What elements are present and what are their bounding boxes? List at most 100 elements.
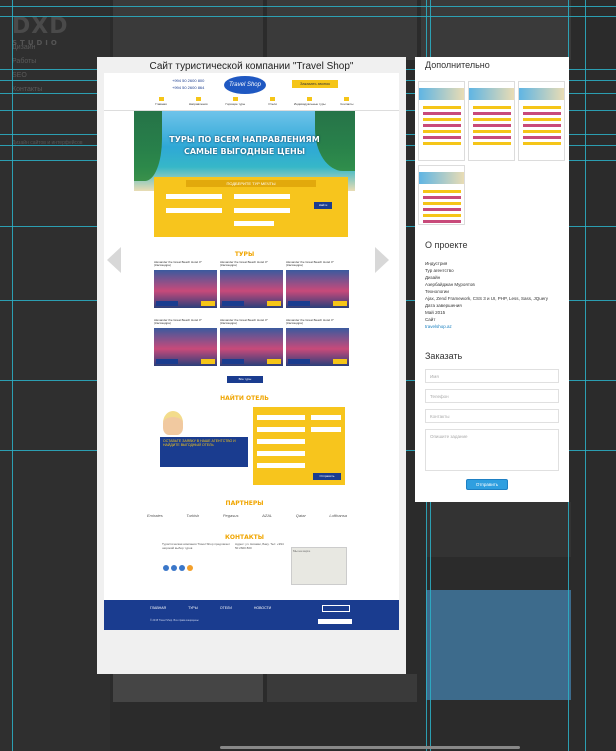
- site-menu: Главная Направления Горящие туры Отели И…: [144, 97, 364, 106]
- tour-card: Alexander the Great Beach Hotel 4* (Касс…: [154, 319, 217, 374]
- all-tours-button: Все туры: [227, 376, 263, 383]
- detail-value: Тур агентство: [425, 268, 454, 273]
- tour-price: [267, 301, 281, 306]
- phone-1: +994 50 2600 800: [172, 78, 205, 83]
- project-title: Сайт туристической компании "Travel Shop…: [149, 61, 354, 72]
- project-info-panel: Дополнительно О проекте Индустрия Тур аг…: [415, 57, 569, 502]
- detail-value: Май 2015: [425, 310, 446, 315]
- hotel-field: [311, 427, 341, 432]
- order-heading: Заказать: [425, 351, 463, 361]
- message-textarea[interactable]: Опишите задание: [425, 429, 559, 471]
- partner-logo: AZAL: [262, 513, 273, 518]
- detail-label: Индустрия: [425, 261, 448, 266]
- tour-image: [286, 328, 349, 366]
- footer-copyright: © 2015 Travel Shop. Все права защищены: [150, 619, 199, 622]
- hotel-banner: ОСТАВЬТЕ ЗАЯВКУ В НАШЕ АГЕНТСТВО И НАЙДИ…: [160, 437, 248, 467]
- consultant-image: [163, 411, 183, 435]
- contacts-title: КОНТАКТЫ: [225, 534, 264, 541]
- site-menu-item: Направления: [181, 97, 215, 106]
- site-header: +994 50 2600 800 +994 50 2600 864 Travel…: [104, 73, 399, 111]
- tour-price: [201, 359, 215, 364]
- footer-badge: [318, 619, 352, 624]
- detail-value: Азербайджан Муроятов: [425, 282, 475, 287]
- vk-icon: [171, 565, 177, 571]
- partner-logo: Pegasus: [222, 513, 239, 518]
- hotel-field: [257, 451, 305, 456]
- phone-input[interactable]: Телефон: [425, 389, 559, 403]
- tour-image: [220, 270, 283, 308]
- detail-label: Технологии: [425, 289, 449, 294]
- about-heading: О проекте: [425, 240, 468, 250]
- guide-line: [585, 0, 586, 751]
- site-phones: +994 50 2600 800 +994 50 2600 864: [172, 77, 204, 91]
- footer-link: ГЛАВНАЯ: [150, 606, 167, 610]
- footer-link: ОТЕЛИ: [219, 606, 232, 610]
- tour-caption: Alexander the Great Beach Hotel 4* (Касс…: [286, 318, 334, 325]
- detail-value: Ajax, Zend Framework, CSS 3 и UI, PHP, L…: [425, 296, 548, 301]
- hero-heading-2: САМЫЕ ВЫГОДНЫЕ ЦЕНЫ: [183, 147, 306, 156]
- site-menu-item: Отели: [256, 97, 290, 106]
- hero-heading-1: ТУРЫ ПО ВСЕМ НАПРАВЛЕНИЯМ: [169, 135, 320, 144]
- site-menu-item: Контакты: [330, 97, 364, 106]
- search-field: [234, 194, 290, 199]
- site-link[interactable]: travelshop.az: [425, 323, 565, 330]
- extra-heading: Дополнительно: [425, 60, 490, 70]
- site-menu-item: Главная: [144, 97, 178, 106]
- name-input[interactable]: Имя: [425, 369, 559, 383]
- twitter-icon: [179, 565, 185, 571]
- tour-price: [333, 359, 347, 364]
- site-menu-item: Горящие туры: [218, 97, 252, 106]
- tour-caption: Alexander the Great Beach Hotel 4* (Касс…: [154, 318, 202, 325]
- nav-item-seo[interactable]: SEO: [12, 72, 42, 79]
- search-field: [234, 221, 274, 226]
- footer-nav: ГЛАВНАЯ ТУРЫ ОТЕЛИ НОВОСТИ: [150, 606, 271, 610]
- partners-title: ПАРТНЕРЫ: [225, 500, 264, 507]
- footer-link: ТУРЫ: [188, 606, 198, 610]
- facebook-icon: [163, 565, 169, 571]
- hotel-field: [311, 415, 341, 420]
- search-field: [166, 194, 222, 199]
- detail-label: Сайт: [425, 317, 436, 322]
- email-input[interactable]: Контакты: [425, 409, 559, 423]
- site-logo: Travel Shop: [224, 76, 266, 94]
- studio-logo[interactable]: DXD STUDIO: [12, 14, 69, 47]
- hotel-field: [257, 427, 305, 432]
- tour-card: Alexander the Great Beach Hotel 4* (Касс…: [220, 261, 283, 316]
- tour-price: [267, 359, 281, 364]
- site-footer: ГЛАВНАЯ ТУРЫ ОТЕЛИ НОВОСТИ © 2015 Travel…: [104, 600, 399, 630]
- hotel-form: Отправить: [253, 407, 345, 485]
- background-tile: [113, 674, 263, 702]
- screenshot-thumbnail[interactable]: [468, 81, 515, 161]
- hotel-title: НАЙТИ ОТЕЛЬ: [220, 395, 269, 402]
- tours-title: ТУРЫ: [234, 251, 255, 258]
- logo-text: DXD: [12, 14, 69, 39]
- partners-row: Emirates Turkish Pegasus AZAL Qatar Luft…: [147, 513, 347, 518]
- tour-card: Alexander the Great Beach Hotel 4* (Касс…: [286, 319, 349, 374]
- tour-caption: Alexander the Great Beach Hotel 4* (Касс…: [220, 260, 268, 267]
- screenshot-thumbnail[interactable]: [518, 81, 565, 161]
- preview-panel: Сайт туристической компании "Travel Shop…: [97, 57, 406, 674]
- nav-item-contacts[interactable]: Контакты: [12, 86, 42, 93]
- footer-link: НОВОСТИ: [253, 606, 272, 610]
- page-scrollbar[interactable]: [220, 746, 520, 749]
- tour-image: [220, 328, 283, 366]
- search-field: [166, 208, 222, 213]
- guide-line: [0, 16, 616, 17]
- guide-line: [12, 0, 13, 751]
- nav-item-design[interactable]: Дизайн: [12, 44, 42, 51]
- background-tile: [267, 0, 417, 60]
- search-title: ПОДБЕРИТЕ ТУР МЕЧТЫ: [186, 180, 316, 187]
- nav-item-works[interactable]: Работы: [12, 58, 42, 65]
- screenshot-thumbnail[interactable]: [418, 165, 465, 225]
- guide-line: [0, 6, 616, 7]
- send-button[interactable]: Отправить: [466, 479, 508, 490]
- hotel-submit-button: Отправить: [313, 473, 341, 480]
- phone-2: +994 50 2600 864: [172, 85, 205, 90]
- hotel-field: [257, 463, 305, 468]
- contacts-text: Туристическая компания Travel Shop предл…: [162, 542, 231, 550]
- social-icons: [163, 565, 193, 571]
- tour-card: Alexander the Great Beach Hotel 4* (Касс…: [220, 319, 283, 374]
- tour-card: Alexander the Great Beach Hotel 4* (Касс…: [154, 261, 217, 316]
- screenshot-thumbnail[interactable]: [418, 81, 465, 161]
- search-button: Найти: [314, 202, 332, 209]
